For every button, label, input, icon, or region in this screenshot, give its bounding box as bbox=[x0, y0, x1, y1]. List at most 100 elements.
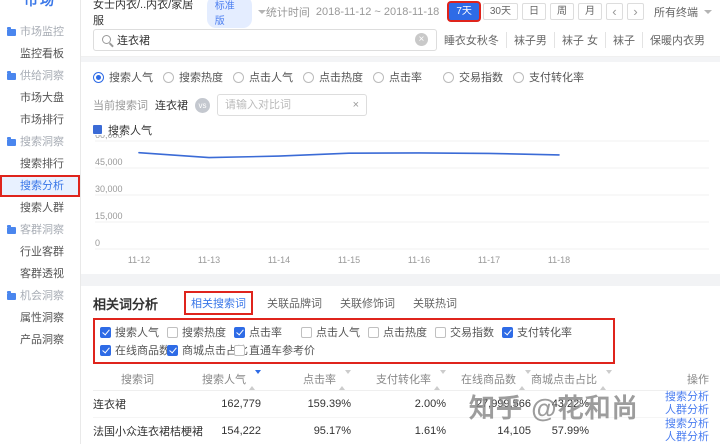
table-row: 连衣裙 162,779 159.39% 2.00% 27,999,566 43.… bbox=[93, 390, 709, 417]
metric-checkbox[interactable]: 点击人气 bbox=[301, 324, 368, 340]
metric-radio[interactable]: 点击热度 bbox=[303, 69, 373, 85]
hot-word-link[interactable]: 睡衣女秋冬 bbox=[437, 32, 506, 48]
metric-checkbox-label: 点击率 bbox=[249, 324, 282, 340]
date-range-button[interactable]: 30天 bbox=[483, 3, 518, 20]
metric-checkbox[interactable]: 点击热度 bbox=[368, 324, 435, 340]
related-words-tabs: 相关搜索词 关联品牌词 关联修饰词 关联热词 bbox=[184, 291, 475, 315]
metric-checkbox[interactable]: 直通车参考价 bbox=[234, 342, 301, 358]
sidebar-item[interactable]: 搜索分析 bbox=[0, 175, 80, 197]
svg-text:11-13: 11-13 bbox=[198, 255, 220, 265]
sidebar-item[interactable]: 搜索人群 bbox=[0, 197, 80, 219]
hot-word-link[interactable]: 袜子男 bbox=[506, 32, 554, 48]
sidebar-item[interactable]: 客群洞察 bbox=[0, 219, 80, 241]
date-range: 2018-11-12 ~ 2018-11-18 bbox=[316, 6, 439, 18]
sidebar-item[interactable]: 市场监控 bbox=[0, 21, 80, 43]
sidebar-item[interactable]: 属性洞察 bbox=[0, 307, 80, 329]
folder-icon bbox=[7, 139, 16, 146]
sidebar-item-label: 市场监控 bbox=[20, 26, 64, 38]
sidebar-item[interactable]: 客群透视 bbox=[0, 263, 80, 285]
date-range-button[interactable]: 月 bbox=[578, 3, 602, 20]
metric-checkbox-label: 点击热度 bbox=[383, 324, 427, 340]
metric-radio[interactable]: 支付转化率 bbox=[513, 69, 583, 85]
related-words-tab[interactable]: 关联品牌词 bbox=[267, 295, 322, 311]
crowd-analysis-link[interactable]: 人群分析 bbox=[589, 431, 709, 444]
metric-radio-group: 搜索人气 搜索热度 点击人气 点击热度 bbox=[93, 68, 709, 86]
date-range-button[interactable]: 日 bbox=[522, 3, 546, 20]
keyword-search-box[interactable]: × bbox=[93, 29, 437, 51]
metric-radio[interactable]: 点击率 bbox=[373, 69, 443, 85]
metric-checkbox[interactable]: 商城点击占比 bbox=[167, 342, 234, 358]
filter-row-1: 搜索人气 搜索热度 点击率 bbox=[100, 323, 613, 341]
actions-cell: 搜索分析 人群分析 bbox=[589, 390, 709, 417]
table-column-header[interactable]: 搜索词 bbox=[93, 368, 154, 390]
column-label: 搜索人气 bbox=[202, 374, 246, 386]
sidebar-item[interactable]: 产品洞察 bbox=[0, 329, 80, 351]
crowd-analysis-link[interactable]: 人群分析 bbox=[589, 404, 709, 417]
metric-checkbox[interactable]: 点击率 bbox=[234, 324, 301, 340]
sort-desc-icon bbox=[345, 370, 351, 389]
main-content: 女士内衣/..内衣/家居服 标准版 统计时间 2018-11-12 ~ 2018… bbox=[81, 0, 720, 444]
version-badge: 标准版 bbox=[207, 0, 252, 28]
sidebar-item[interactable]: 市场大盘 bbox=[0, 87, 80, 109]
search-analysis-link[interactable]: 搜索分析 bbox=[589, 391, 709, 404]
chevron-down-icon[interactable] bbox=[258, 10, 266, 18]
metric-radio[interactable]: 搜索热度 bbox=[163, 69, 233, 85]
hot-words: 睡衣女秋冬 袜子男 袜子 女 袜子 保暖内衣男 bbox=[437, 32, 712, 48]
radio-icon bbox=[233, 72, 244, 83]
table-column-header[interactable]: 商城点击占比 bbox=[531, 368, 589, 390]
table-column-header[interactable]: 在线商品数 bbox=[446, 368, 531, 390]
date-range-button[interactable]: 7天 bbox=[449, 3, 479, 20]
metric-checkbox[interactable]: 搜索人气 bbox=[100, 324, 167, 340]
next-arrow-button[interactable]: › bbox=[627, 3, 644, 20]
checkbox-icon bbox=[435, 327, 446, 338]
search-row: × 睡衣女秋冬 袜子男 袜子 女 袜子 保暖内衣男 bbox=[81, 23, 720, 57]
sort-icon[interactable] bbox=[434, 374, 446, 386]
date-controls: 统计时间 2018-11-12 ~ 2018-11-18 7天 30天 日 周 … bbox=[266, 3, 712, 20]
metric-checkbox[interactable]: 交易指数 bbox=[435, 324, 502, 340]
metric-checkbox[interactable]: 在线商品数 bbox=[100, 342, 167, 358]
svg-text:11-17: 11-17 bbox=[478, 255, 500, 265]
metric-radio[interactable]: 交易指数 bbox=[443, 69, 513, 85]
radio-icon bbox=[163, 72, 174, 83]
sidebar-item[interactable]: 搜索排行 bbox=[0, 153, 80, 175]
compare-word-input[interactable] bbox=[225, 99, 353, 111]
date-range-button[interactable]: 周 bbox=[550, 3, 574, 20]
table-row: 法国小众连衣裙桔梗裙 154,222 95.17% 1.61% 14,105 5… bbox=[93, 417, 709, 444]
prev-arrow-button[interactable]: ‹ bbox=[606, 3, 623, 20]
metric-checkbox[interactable]: 支付转化率 bbox=[502, 324, 569, 340]
search-input[interactable] bbox=[117, 34, 409, 46]
sidebar-item[interactable]: 监控看板 bbox=[0, 43, 80, 65]
related-words-tab[interactable]: 关联修饰词 bbox=[340, 295, 395, 311]
sidebar-item[interactable]: 行业客群 bbox=[0, 241, 80, 263]
table-column-header[interactable]: 搜索人气 bbox=[154, 368, 261, 390]
sort-desc-icon bbox=[255, 370, 261, 389]
hot-word-link[interactable]: 袜子 bbox=[605, 32, 642, 48]
column-label: 支付转化率 bbox=[376, 374, 431, 386]
search-analysis-link[interactable]: 搜索分析 bbox=[589, 418, 709, 431]
breadcrumb[interactable]: 女士内衣/..内衣/家居服 bbox=[93, 0, 201, 28]
sort-icon[interactable] bbox=[600, 374, 612, 386]
metric-radio[interactable]: 点击人气 bbox=[233, 69, 303, 85]
terminal-dropdown[interactable]: 所有终端 bbox=[654, 4, 712, 20]
sidebar-item[interactable]: 供给洞察 bbox=[0, 65, 80, 87]
related-words-tab[interactable]: 关联热词 bbox=[413, 295, 457, 311]
svg-text:0: 0 bbox=[95, 238, 100, 248]
metric-radio-label: 点击热度 bbox=[319, 69, 363, 85]
sort-icon[interactable] bbox=[519, 374, 531, 386]
table-column-header[interactable]: 支付转化率 bbox=[351, 368, 446, 390]
compare-input-box[interactable]: × bbox=[217, 94, 367, 116]
sidebar-item[interactable]: 机会洞察 bbox=[0, 285, 80, 307]
sort-icon[interactable] bbox=[339, 374, 351, 386]
sidebar-item[interactable]: 搜索洞察 bbox=[0, 131, 80, 153]
sidebar-item[interactable]: 市场排行 bbox=[0, 109, 80, 131]
column-label: 搜索词 bbox=[121, 374, 154, 386]
sort-icon[interactable] bbox=[249, 374, 261, 386]
table-column-header[interactable]: 点击率 bbox=[261, 368, 351, 390]
clear-search-icon[interactable]: × bbox=[415, 33, 428, 46]
metric-radio[interactable]: 搜索人气 bbox=[93, 69, 163, 85]
metric-checkbox[interactable]: 搜索热度 bbox=[167, 324, 234, 340]
hot-word-link[interactable]: 袜子 女 bbox=[554, 32, 605, 48]
related-words-tab[interactable]: 相关搜索词 bbox=[184, 291, 253, 315]
clear-compare-icon[interactable]: × bbox=[353, 99, 359, 111]
hot-word-link[interactable]: 保暖内衣男 bbox=[642, 32, 712, 48]
